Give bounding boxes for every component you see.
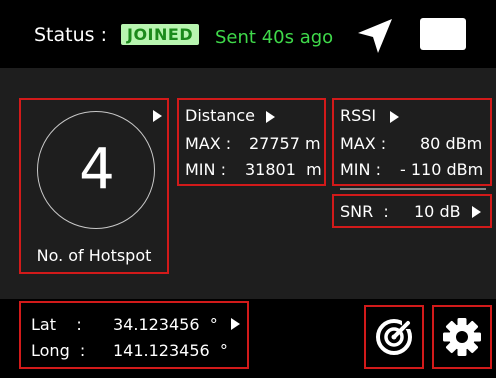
status-label: Status : (34, 24, 107, 46)
settings-button[interactable] (432, 305, 492, 369)
long-value: 141.123456 ° (113, 341, 228, 360)
snr-value: 10 dB (414, 202, 461, 221)
gear-icon (443, 318, 481, 356)
battery-icon (420, 18, 466, 50)
distance-expand-arrow-icon[interactable] (266, 111, 275, 123)
rssi-panel[interactable]: RSSI MAX : 80 dBm MIN : - 110 dBm (332, 98, 492, 186)
sent-time-text: Sent 40s ago (215, 27, 334, 48)
lat-value: 34.123456 ° (113, 315, 218, 334)
divider (340, 188, 486, 190)
long-label: Long : (31, 341, 86, 360)
rssi-max-label: MAX : (340, 134, 387, 153)
distance-max-value: 27757 m (249, 134, 321, 153)
rssi-min-label: MIN : (340, 160, 381, 179)
rssi-title: RSSI (340, 106, 377, 125)
hotspot-expand-arrow-icon[interactable] (153, 110, 162, 122)
rssi-expand-arrow-icon[interactable] (390, 111, 399, 123)
distance-min-label: MIN : (185, 160, 232, 179)
distance-min-value: 31801 m (245, 160, 322, 179)
snr-expand-arrow-icon[interactable] (472, 206, 481, 218)
status-badge: JOINED (121, 24, 200, 45)
snr-panel[interactable]: SNR : 10 dB (332, 194, 492, 228)
radar-icon (376, 317, 414, 355)
rssi-max-value: 80 dBm (420, 134, 483, 153)
hotspot-label: No. of Hotspot (36, 246, 152, 265)
hotspot-count-circle: 4 (37, 111, 155, 229)
status-bar: Status : JOINED Sent 40s ago (0, 0, 496, 68)
lat-label: Lat : (31, 315, 82, 334)
hotspot-panel[interactable]: 4 No. of Hotspot (19, 98, 169, 274)
hotspot-count: 4 (79, 137, 115, 202)
location-expand-arrow-icon[interactable] (231, 318, 240, 330)
rssi-min-value: - 110 dBm (400, 160, 484, 179)
location-panel[interactable]: Lat : 34.123456 ° Long : 141.123456 ° (19, 301, 249, 369)
snr-label: SNR : (340, 202, 389, 221)
radar-button[interactable] (364, 305, 424, 369)
distance-max-label: MAX : (185, 134, 232, 153)
distance-panel[interactable]: Distance MAX : 27757 m MIN : 31801 m (177, 98, 326, 186)
navigation-arrow-icon[interactable] (356, 17, 394, 55)
distance-title: Distance (185, 106, 255, 125)
